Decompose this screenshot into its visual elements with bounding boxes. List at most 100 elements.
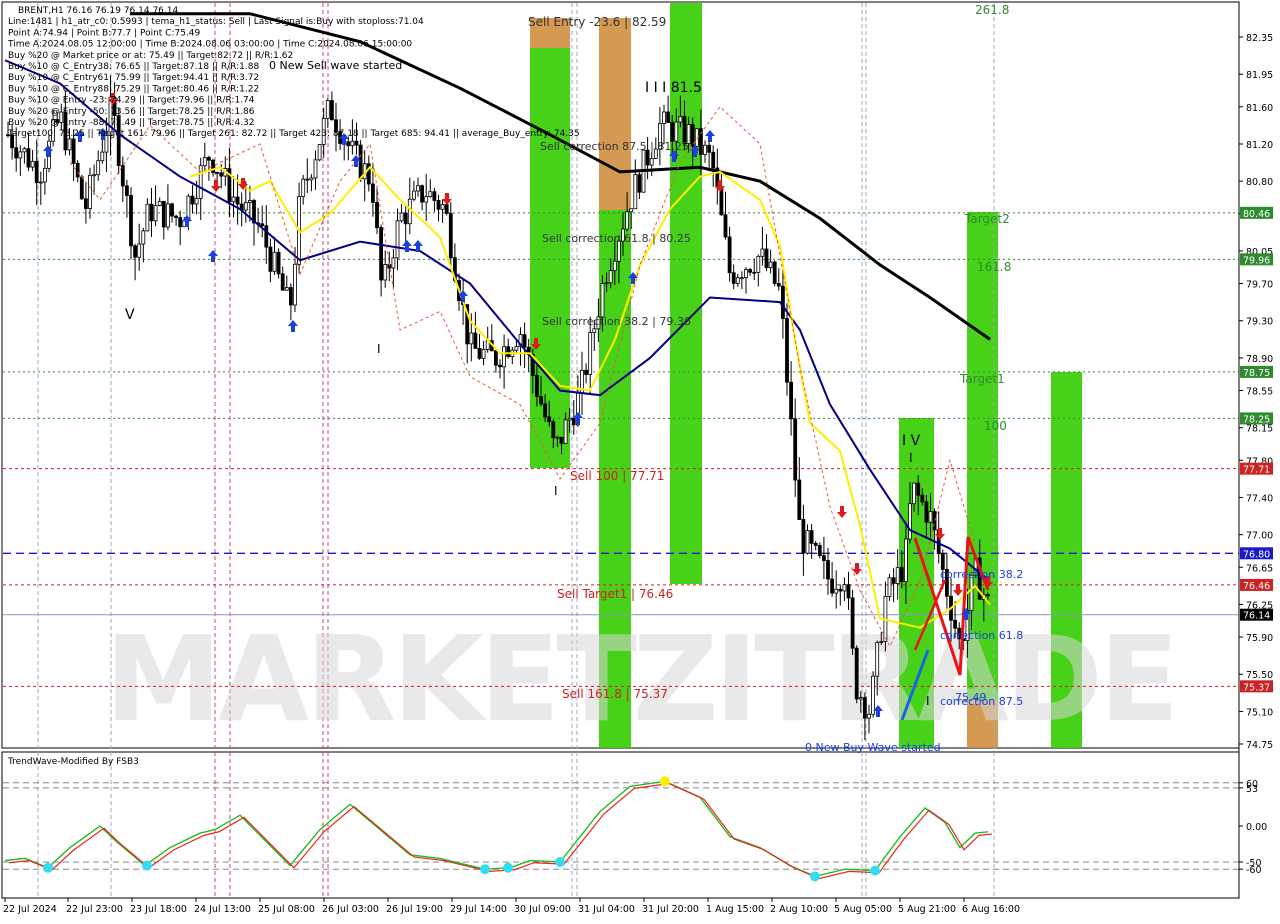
price-tag-label: 79.96 bbox=[1243, 255, 1270, 266]
candle-body bbox=[543, 403, 547, 418]
time-tick-label: 1 Aug 15:00 bbox=[706, 904, 764, 915]
candle-body bbox=[473, 332, 478, 349]
candle-body bbox=[309, 177, 314, 181]
candle-body bbox=[288, 287, 293, 306]
candle-body bbox=[293, 263, 297, 306]
candle-body bbox=[871, 675, 875, 715]
header-line: BRENT,H1 76.16 76.19 76.14 76.14 bbox=[18, 6, 178, 16]
annotation-target1: Target1 bbox=[959, 372, 1005, 386]
annotation-wave-iv: I V bbox=[902, 433, 921, 449]
candle-body bbox=[43, 167, 47, 183]
candle-body bbox=[84, 198, 88, 209]
candle-body bbox=[379, 227, 384, 281]
header-line: Point A:74.94 | Point B:77.7 | Point C:7… bbox=[8, 28, 201, 38]
annotation-sell-100: Sell 100 | 77.71 bbox=[570, 469, 664, 483]
annotation-label-2618: 261.8 bbox=[975, 3, 1009, 17]
candle-body bbox=[477, 347, 482, 359]
candle-body bbox=[895, 567, 900, 584]
candle-body bbox=[891, 577, 896, 584]
candle-body bbox=[354, 140, 359, 146]
header-line: Buy %20 @ Market price or at: 75.49 || T… bbox=[8, 51, 293, 61]
candle-body bbox=[325, 100, 330, 119]
time-tick-label: 30 Jul 09:00 bbox=[514, 904, 571, 915]
candle-body bbox=[395, 220, 400, 259]
annotation-sell-corr-382: Sell correction 38.2 | 79.36 bbox=[542, 315, 691, 328]
candle-body bbox=[953, 619, 957, 629]
osc-dot-yellow bbox=[660, 776, 670, 787]
candle-body bbox=[858, 697, 863, 700]
annotation-wave-v: V bbox=[125, 307, 135, 323]
candle-body bbox=[838, 588, 843, 592]
candle-body bbox=[202, 157, 207, 167]
candle-body bbox=[96, 160, 101, 176]
annotation-header-wave-note: 0 New Sell wave started bbox=[269, 59, 402, 72]
candle-body bbox=[317, 144, 322, 161]
time-tick-label: 25 Jul 08:00 bbox=[258, 904, 315, 915]
zone-orange-3 bbox=[599, 48, 631, 210]
price-tick-label: 79.70 bbox=[1246, 280, 1273, 291]
price-tick-label: 79.30 bbox=[1246, 317, 1273, 328]
candle-body bbox=[149, 203, 154, 222]
candle-body bbox=[120, 165, 125, 187]
price-tick-label: 78.90 bbox=[1246, 354, 1273, 365]
candle-body bbox=[863, 697, 867, 719]
candle-body bbox=[805, 530, 810, 554]
candle-body bbox=[662, 111, 666, 124]
osc-dot-cyan bbox=[870, 865, 880, 876]
candle-body bbox=[830, 578, 834, 594]
candle-body bbox=[637, 174, 642, 193]
candle-body bbox=[502, 346, 507, 368]
candle-body bbox=[305, 178, 310, 181]
time-tick-label: 31 Jul 04:00 bbox=[578, 904, 635, 915]
candle-body bbox=[555, 436, 560, 439]
candle-body bbox=[826, 560, 830, 580]
price-tick-label: 74.75 bbox=[1246, 740, 1273, 751]
candle-body bbox=[547, 416, 552, 423]
candle-body bbox=[748, 269, 752, 273]
annotation-wave-i-b: I bbox=[554, 484, 558, 498]
header-line: Buy %10 @ Entry -23: 74.29 || Target:79.… bbox=[8, 96, 255, 106]
candle-body bbox=[887, 577, 892, 597]
candle-body bbox=[760, 248, 765, 257]
candle-body bbox=[145, 203, 150, 232]
time-tick-label: 24 Jul 13:00 bbox=[194, 904, 251, 915]
header-line: Buy %10 @ C_Entry38: 76.65 || Target:87.… bbox=[8, 62, 259, 72]
candle-body bbox=[571, 417, 576, 426]
candle-body bbox=[26, 148, 31, 168]
candle-body bbox=[313, 159, 318, 179]
candle-body bbox=[420, 185, 425, 203]
candle-body bbox=[612, 260, 617, 271]
osc-tick-label: -60 bbox=[1246, 865, 1262, 876]
candle-body bbox=[813, 542, 818, 546]
price-tick-label: 77.40 bbox=[1246, 493, 1273, 504]
candle-body bbox=[268, 246, 273, 272]
candle-body bbox=[301, 178, 306, 197]
candle-body bbox=[284, 287, 289, 291]
annotation-sell-target1: Sell Target1 | 76.46 bbox=[557, 587, 673, 601]
chart-svg: MARKETZITRADE Sell Entry -23.6 | 82.59I … bbox=[0, 0, 1280, 920]
time-tick-label: 22 Jul 23:00 bbox=[66, 904, 123, 915]
candle-body bbox=[178, 217, 183, 228]
candle-body bbox=[674, 121, 679, 142]
osc-dot-cyan bbox=[503, 862, 513, 873]
candle-body bbox=[809, 530, 814, 544]
candle-body bbox=[707, 144, 711, 153]
candle-body bbox=[498, 364, 502, 368]
candle-body bbox=[535, 375, 539, 397]
candle-body bbox=[190, 195, 195, 205]
candle-body bbox=[666, 111, 670, 123]
header-line: Buy %10 @ C_Entry88: 75.29 || Target:80.… bbox=[8, 84, 259, 94]
header-line: Buy %10 @ C_Entry61: 75.99 || Target:94.… bbox=[8, 73, 259, 83]
candle-body bbox=[854, 647, 859, 700]
candle-body bbox=[276, 251, 281, 275]
candle-body bbox=[588, 332, 593, 375]
candle-body bbox=[846, 584, 851, 599]
price-tick-label: 80.80 bbox=[1246, 177, 1273, 188]
candle-body bbox=[567, 417, 572, 421]
candle-body bbox=[329, 100, 334, 121]
candle-body bbox=[247, 200, 252, 203]
annotation-wave-i-c: I bbox=[909, 451, 913, 465]
candle-body bbox=[436, 200, 441, 210]
candle-body bbox=[34, 160, 39, 184]
candle-body bbox=[678, 116, 683, 123]
